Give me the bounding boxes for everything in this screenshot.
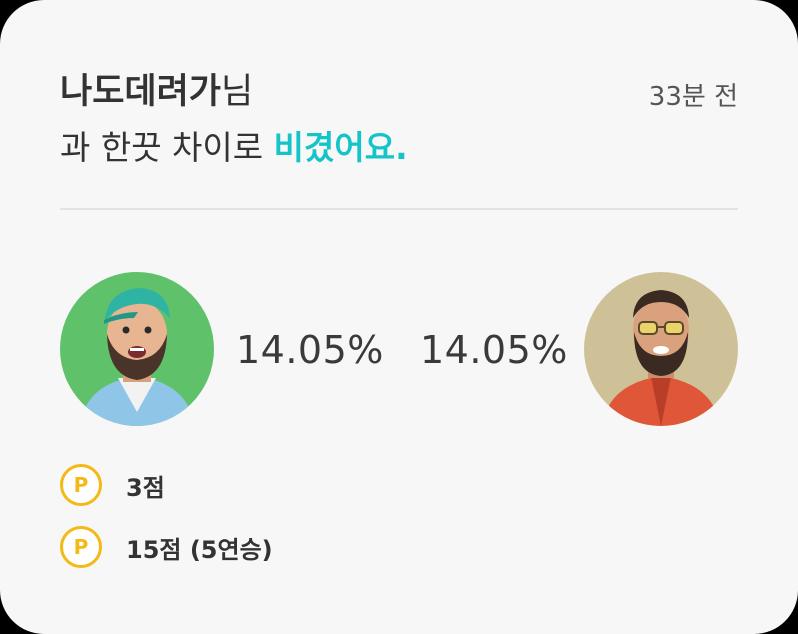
honorific-suffix: 님 bbox=[221, 72, 254, 112]
point-row: P 15점 (5연승) bbox=[60, 523, 273, 571]
point-row: P 3점 bbox=[60, 461, 273, 509]
points-list: P 3점 P 15점 (5연승) bbox=[60, 461, 273, 585]
result-line: 과 한끗 차이로 비겼어요. bbox=[60, 124, 738, 172]
result-prefix: 과 한끗 차이로 bbox=[60, 128, 274, 167]
result-highlight: 비겼어요. bbox=[273, 128, 408, 167]
time-ago: 33분 전 bbox=[648, 82, 738, 112]
point-coin-icon: P bbox=[60, 464, 102, 506]
match-header: 나도데려가님 33분 전 과 한끗 차이로 비겼어요. bbox=[60, 68, 738, 172]
title-line: 나도데려가님 bbox=[60, 68, 738, 116]
point-text: 15점 (5연승) bbox=[126, 535, 273, 564]
point-coin-icon: P bbox=[60, 526, 102, 568]
match-result-card[interactable]: 나도데려가님 33분 전 과 한끗 차이로 비겼어요. 14.05% 14.05… bbox=[0, 0, 798, 634]
opponent-name[interactable]: 나도데려가 bbox=[60, 72, 221, 112]
point-text: 3점 bbox=[126, 473, 165, 502]
right-player-percent: 14.05% bbox=[420, 328, 568, 372]
avatar-cap-beard-icon[interactable] bbox=[60, 272, 214, 426]
divider bbox=[60, 208, 738, 210]
left-player-percent: 14.05% bbox=[236, 328, 384, 372]
avatar-sunglasses-beard-icon[interactable] bbox=[584, 272, 738, 426]
